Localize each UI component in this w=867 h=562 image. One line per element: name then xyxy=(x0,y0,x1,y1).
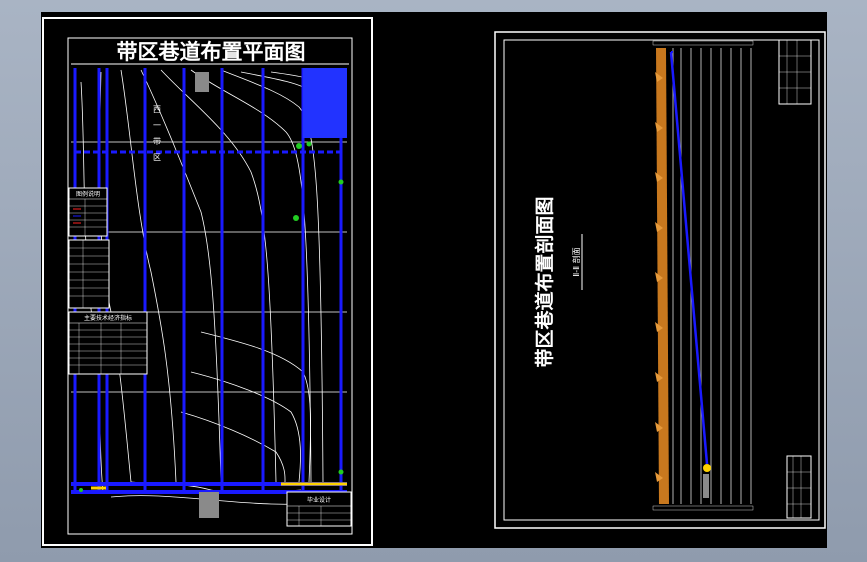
zone-label-1: 西 xyxy=(153,105,161,114)
right-top-titleblock xyxy=(778,39,812,105)
legend-title: 图例说明 xyxy=(76,190,100,198)
technical-table-title: 主要技术经济指标 xyxy=(84,314,132,322)
right-sheet-title: 带区巷道布置剖面图 xyxy=(533,196,556,367)
zone-label-2: 一 xyxy=(153,121,161,130)
zone-label-3: 带 xyxy=(153,137,161,146)
cad-viewport[interactable]: 带区巷道布置平面图 西 一 带 区 图例说明 主要技术经济指标 毕业设计 带区巷… xyxy=(41,12,827,548)
blue-fill-block xyxy=(303,68,347,138)
inclined-roadway xyxy=(669,51,709,465)
shaft-block xyxy=(195,72,209,92)
left-title-block: 毕业设计 xyxy=(286,491,352,527)
left-sheet-title: 带区巷道布置平面图 xyxy=(117,40,306,64)
roadway-lines xyxy=(73,68,343,492)
right-sheet: 带区巷道布置剖面图 Ⅱ-Ⅱ 剖面 xyxy=(494,31,826,529)
bottom-block xyxy=(199,492,219,518)
sump-block xyxy=(703,474,709,498)
specs-table xyxy=(68,239,110,309)
right-sheet-subtitle: Ⅱ-Ⅱ 剖面 xyxy=(571,247,581,276)
zone-label-4: 区 xyxy=(153,153,161,162)
legend-table: 图例说明 xyxy=(68,187,108,237)
right-bottom-titleblock xyxy=(786,455,812,519)
left-stamp-title: 毕业设计 xyxy=(307,496,331,504)
technical-table: 主要技术经济指标 xyxy=(68,311,148,375)
shaft-bottom-marker xyxy=(703,464,711,472)
left-sheet: 带区巷道布置平面图 西 一 带 区 图例说明 主要技术经济指标 毕业设计 xyxy=(42,17,373,546)
drawing-canvas: 带区巷道布置平面图 西 一 带 区 图例说明 主要技术经济指标 毕业设计 带区巷… xyxy=(42,17,826,546)
profile-grid xyxy=(672,48,752,504)
